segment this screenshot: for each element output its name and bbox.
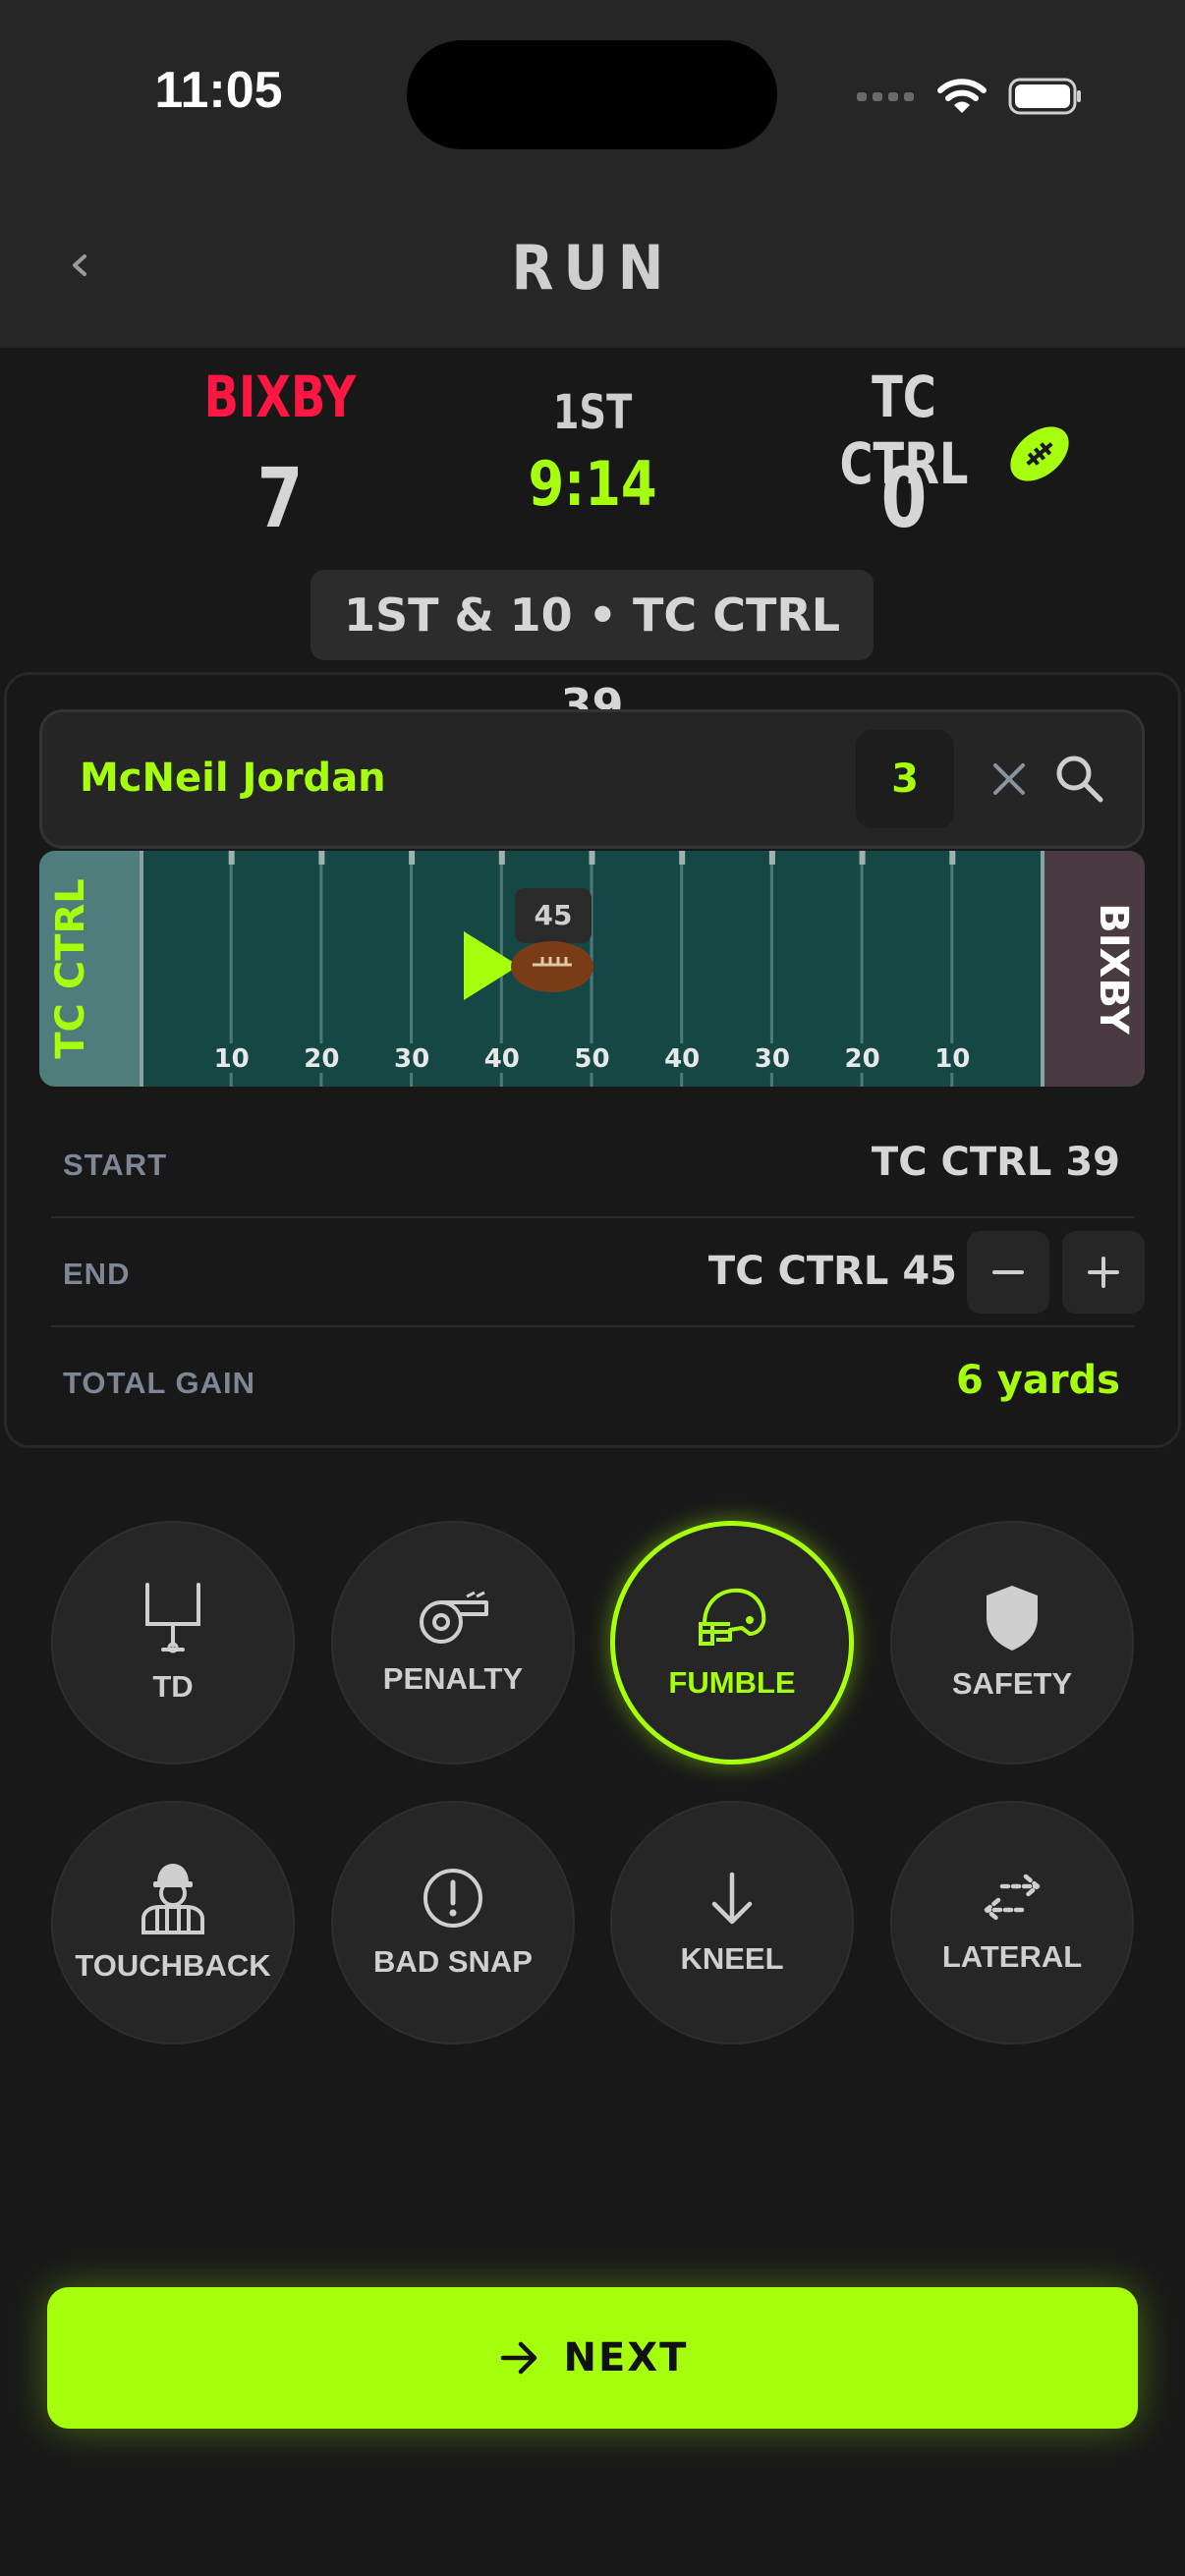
arrow-down-icon	[711, 1872, 753, 1925]
action-fumble[interactable]: FUMBLE	[610, 1521, 854, 1764]
total-gain-label: TOTAL GAIN	[63, 1366, 255, 1400]
decrement-button[interactable]	[967, 1231, 1049, 1314]
referee-icon	[141, 1864, 204, 1934]
action-label: FUMBLE	[668, 1665, 796, 1700]
alert-icon	[423, 1869, 482, 1928]
yard-label: 40	[484, 1044, 520, 1074]
whistle-icon	[420, 1591, 488, 1644]
status-icons	[857, 77, 1083, 116]
yard-tick	[228, 851, 235, 865]
yard-label: 10	[934, 1044, 970, 1074]
action-bad-snap[interactable]: BAD SNAP	[331, 1801, 575, 2044]
action-lateral[interactable]: LATERAL	[890, 1801, 1134, 2044]
action-label: TOUCHBACK	[75, 1948, 271, 1983]
yard-label: 50	[574, 1044, 609, 1074]
goalpost-icon	[145, 1583, 200, 1653]
left-endzone-label: TC CTRL	[48, 878, 93, 1059]
ball-marker-label: 45	[515, 888, 592, 943]
player-number: 3	[856, 730, 954, 828]
quarter: 1ST	[552, 385, 633, 440]
total-gain-value: 6 yards	[956, 1358, 1120, 1403]
divider	[51, 1325, 1134, 1327]
action-label: BAD SNAP	[373, 1944, 533, 1979]
yard-label: 30	[755, 1044, 790, 1074]
shield-icon	[987, 1586, 1038, 1651]
action-label: TD	[152, 1669, 194, 1704]
away-team-score: 0	[880, 450, 928, 546]
yard-tick	[498, 851, 505, 865]
yard-label: 40	[664, 1044, 700, 1074]
down-distance-badge: 1ST & 10 • TC CTRL 39	[310, 570, 874, 732]
battery-icon	[1008, 78, 1081, 115]
swap-arrows-icon	[984, 1874, 1041, 1923]
plus-icon	[1088, 1257, 1119, 1288]
yard-tick	[859, 851, 866, 865]
home-team-name: BIXBY	[203, 364, 357, 430]
status-time: 11:05	[154, 62, 283, 119]
dynamic-island	[407, 40, 777, 149]
yard-label: 20	[304, 1044, 339, 1074]
start-label: START	[63, 1148, 168, 1182]
wifi-icon	[937, 79, 987, 113]
search-button[interactable]	[1052, 752, 1107, 811]
action-penalty[interactable]: PENALTY	[331, 1521, 575, 1764]
next-label: NEXT	[563, 2335, 689, 2380]
yard-tick	[318, 851, 325, 865]
action-label: PENALTY	[382, 1661, 524, 1696]
end-value: TC CTRL 45	[707, 1249, 957, 1294]
start-value: TC CTRL 39	[871, 1140, 1120, 1185]
football-icon	[1004, 419, 1075, 493]
signal-icon	[857, 92, 914, 101]
divider	[51, 1216, 1134, 1218]
next-button[interactable]: NEXT	[47, 2287, 1138, 2429]
end-label: END	[63, 1257, 131, 1291]
action-kneel[interactable]: KNEEL	[610, 1801, 854, 2044]
player-name: McNeil Jordan	[80, 756, 386, 801]
right-endzone-label: BIXBY	[1091, 903, 1136, 1035]
player-selector[interactable]: McNeil Jordan 3	[39, 709, 1145, 849]
clear-button[interactable]	[984, 754, 1035, 809]
action-safety[interactable]: SAFETY	[890, 1521, 1134, 1764]
close-icon	[993, 763, 1025, 795]
game-clock: 9:14	[528, 448, 657, 520]
search-icon	[1056, 756, 1103, 803]
arrow-right-icon	[500, 2341, 536, 2375]
action-touchback[interactable]: TOUCHBACK	[51, 1801, 295, 2044]
page-title: RUN	[511, 232, 674, 304]
yard-tick	[589, 851, 595, 865]
yard-label: 10	[214, 1044, 250, 1074]
home-team-score: 7	[256, 450, 304, 546]
yard-tick	[409, 851, 416, 865]
action-label: LATERAL	[941, 1939, 1083, 1974]
yard-tick	[949, 851, 956, 865]
football-field[interactable]: 10 20 30 40 50 40 30 20 10 TC CTRL BIXBY 45	[39, 851, 1145, 1087]
helmet-icon	[699, 1588, 766, 1646]
yard-label: 20	[845, 1044, 880, 1074]
action-label: KNEEL	[680, 1941, 784, 1976]
action-td[interactable]: TD	[51, 1521, 295, 1764]
yard-label: 30	[394, 1044, 429, 1074]
ball-marker-icon[interactable]	[509, 939, 595, 998]
yard-tick	[679, 851, 686, 865]
yard-tick	[768, 851, 775, 865]
minus-icon	[992, 1270, 1024, 1274]
increment-button[interactable]	[1062, 1231, 1145, 1314]
action-label: SAFETY	[951, 1666, 1073, 1701]
